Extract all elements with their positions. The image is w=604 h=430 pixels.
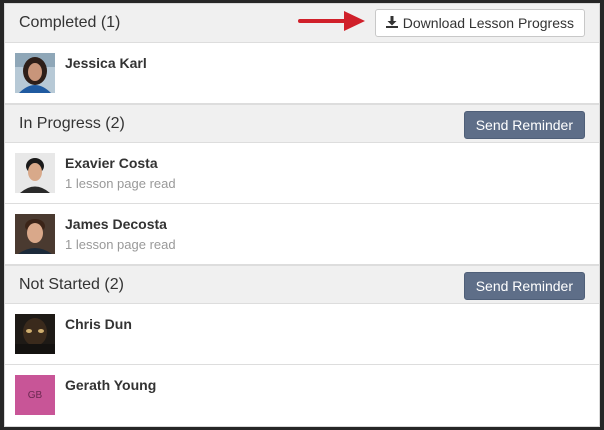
student-name: Chris Dun bbox=[65, 316, 132, 332]
student-name: Jessica Karl bbox=[65, 55, 147, 71]
in-progress-section-title: In Progress (2) bbox=[19, 114, 125, 132]
student-progress: 1 lesson page read bbox=[65, 176, 176, 191]
student-row[interactable]: James Decosta 1 lesson page read bbox=[5, 204, 599, 265]
avatar bbox=[15, 314, 55, 354]
initials-avatar: GB bbox=[15, 375, 55, 415]
avatar-initials: GB bbox=[27, 389, 43, 401]
avatar bbox=[15, 214, 55, 254]
student-row[interactable]: Chris Dun bbox=[5, 304, 599, 365]
avatar bbox=[15, 53, 55, 93]
lesson-progress-panel: Completed (1) Download Lesson Progress J… bbox=[4, 3, 600, 427]
send-reminder-in-progress-button[interactable]: Send Reminder bbox=[463, 111, 585, 139]
arrow-right-icon bbox=[298, 8, 366, 39]
student-progress: 1 lesson page read bbox=[65, 237, 176, 252]
download-icon bbox=[385, 15, 398, 31]
student-name: Exavier Costa bbox=[65, 155, 158, 171]
avatar bbox=[15, 153, 55, 193]
download-lesson-progress-label: Download Lesson Progress bbox=[402, 15, 574, 31]
student-name: Gerath Young bbox=[65, 377, 157, 393]
student-row[interactable]: GB Gerath Young bbox=[5, 365, 599, 426]
student-name: James Decosta bbox=[65, 216, 167, 232]
in-progress-section-header: In Progress (2) Send Reminder bbox=[5, 104, 599, 143]
completed-section-title: Completed (1) bbox=[19, 14, 121, 31]
download-lesson-progress-button[interactable]: Download Lesson Progress bbox=[374, 9, 585, 37]
not-started-section-header: Not Started (2) Send Reminder bbox=[5, 265, 599, 304]
student-row[interactable]: Jessica Karl bbox=[5, 43, 599, 104]
send-reminder-not-started-button[interactable]: Send Reminder bbox=[463, 272, 585, 300]
not-started-section-title: Not Started (2) bbox=[19, 275, 124, 293]
student-row[interactable]: Exavier Costa 1 lesson page read bbox=[5, 143, 599, 204]
